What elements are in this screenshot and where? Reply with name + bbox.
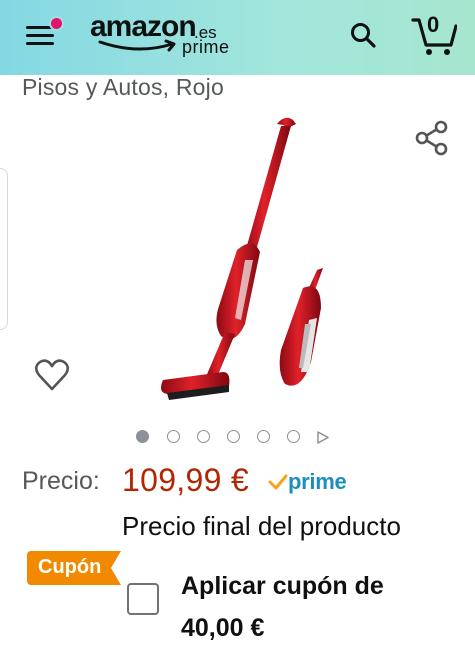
search-icon[interactable] bbox=[349, 21, 377, 49]
carousel-dot[interactable] bbox=[257, 430, 270, 443]
carousel-dot[interactable] bbox=[167, 430, 180, 443]
carousel-dot[interactable] bbox=[136, 430, 149, 443]
coupon-badge-notch bbox=[111, 551, 121, 585]
price-value: 109,99 € bbox=[122, 462, 249, 498]
menu-button[interactable] bbox=[26, 16, 64, 48]
product-title[interactable]: Pisos y Autos, Rojo bbox=[22, 74, 224, 101]
side-drawer-handle[interactable] bbox=[0, 168, 8, 330]
apply-coupon-label[interactable]: Aplicar cupón de 40,00 € bbox=[181, 565, 461, 649]
top-header: amazon .es prime 0 bbox=[0, 0, 475, 75]
final-price-note: Precio final del producto bbox=[122, 511, 401, 541]
carousel-dot[interactable] bbox=[197, 430, 210, 443]
play-next-icon[interactable] bbox=[316, 431, 330, 444]
menu-icon-bar bbox=[26, 42, 54, 45]
logo-smile-icon bbox=[98, 39, 176, 52]
cart-count: 0 bbox=[427, 12, 440, 37]
logo-prime: prime bbox=[182, 37, 230, 57]
product-image[interactable] bbox=[145, 110, 335, 410]
share-icon[interactable] bbox=[414, 120, 450, 156]
notification-dot bbox=[49, 16, 64, 31]
heart-icon[interactable] bbox=[34, 358, 70, 392]
apply-coupon-checkbox[interactable] bbox=[127, 583, 159, 615]
carousel-dot[interactable] bbox=[287, 430, 300, 443]
coupon-amount: 40,00 € bbox=[181, 614, 265, 642]
price-label: Precio: bbox=[22, 467, 100, 495]
cart-button[interactable]: 0 bbox=[411, 12, 457, 56]
coupon-badge-label: Cupón bbox=[38, 556, 102, 578]
amazon-logo[interactable]: amazon .es prime bbox=[90, 10, 230, 62]
menu-icon-bar bbox=[26, 34, 54, 37]
prime-label: prime bbox=[288, 469, 347, 494]
carousel-dot[interactable] bbox=[227, 430, 240, 443]
apply-coupon-text: Aplicar cupón de bbox=[181, 572, 384, 600]
prime-check-icon bbox=[268, 474, 288, 490]
